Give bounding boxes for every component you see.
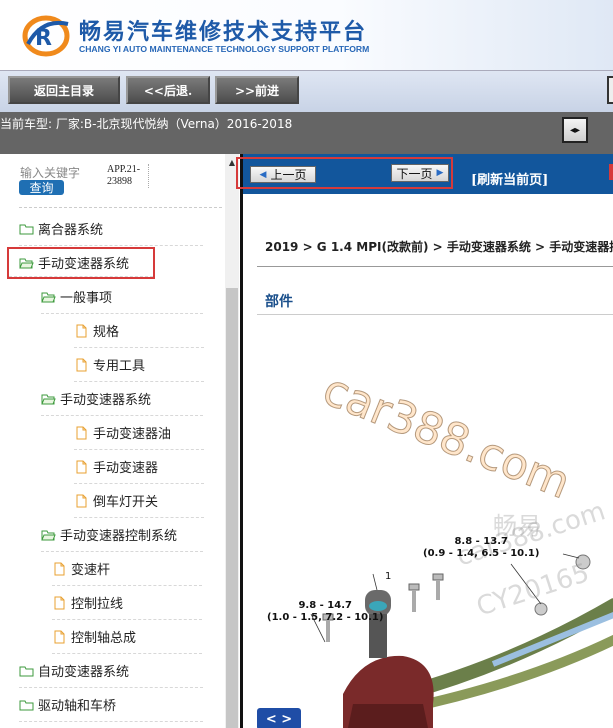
search-button[interactable]: 查询 — [19, 180, 64, 195]
tree-item[interactable]: 控制拉线 — [52, 586, 202, 620]
folder-closed-icon — [19, 700, 34, 710]
scrollbar-thumb[interactable] — [226, 288, 238, 728]
back-button[interactable]: <<后退. — [126, 76, 210, 104]
tree-item[interactable]: 一般事项 — [41, 280, 203, 314]
chang-yi-logo-icon: R — [22, 15, 70, 57]
corner-nav-button[interactable]: < > — [257, 708, 301, 728]
breadcrumb-divider — [257, 266, 613, 267]
toggle-icon: ◂▸ — [569, 124, 581, 136]
page-nav-highlight — [236, 157, 453, 189]
tree-item-label: 手动变速器系统 — [38, 257, 130, 272]
tree-item-label: 控制轴总成 — [71, 631, 137, 646]
current-model-text: 当前车型: 厂家:B-北京现代悦纳（Verna）2016-2018 — [0, 117, 293, 131]
part-number-label: 1 — [385, 571, 392, 582]
tree-item-label: 控制拉线 — [71, 597, 124, 612]
tree-item-label: 规格 — [93, 325, 120, 340]
tree-item[interactable]: 手动变速器控制系统 — [41, 518, 203, 552]
document-icon — [76, 324, 87, 337]
document-icon — [54, 562, 65, 575]
forward-button[interactable]: >>前进 — [215, 76, 299, 104]
document-icon — [76, 460, 87, 473]
nav-extra-button[interactable] — [607, 76, 613, 104]
tree-item[interactable]: 控制轴总成 — [52, 620, 202, 654]
tree-item-label: 倒车灯开关 — [93, 495, 159, 510]
tree-item[interactable]: 驱动轴和车桥 — [19, 688, 203, 722]
document-icon — [54, 630, 65, 643]
tree-item[interactable]: 手动变速器系统 — [41, 382, 203, 416]
tree-item-label: 自动变速器系统 — [38, 665, 130, 680]
app-version-label: APP.21-23898 — [107, 164, 149, 188]
sidebar-scrollbar[interactable]: ▲ — [225, 154, 239, 728]
tree-item-label: 一般事项 — [60, 291, 113, 306]
folder-open-icon — [41, 530, 56, 540]
watermark: car388.com — [315, 363, 578, 510]
torque-spec-left: 9.8 - 14.7 (1.0 - 1.5, 7.2 - 10.1) — [267, 600, 383, 624]
tree-item[interactable]: 离合器系统 — [19, 212, 203, 246]
section-title: 部件 — [265, 294, 293, 310]
tree-item-label: 手动变速器油 — [93, 427, 172, 442]
folder-open-icon — [19, 258, 34, 268]
tree-item-label: 专用工具 — [93, 359, 146, 374]
tree-item[interactable]: 手动变速器系统 — [7, 247, 155, 279]
breadcrumb: 2019 > G 1.4 MPI(改款前) > 手动变速器系统 > 手动变速器控… — [265, 240, 613, 254]
document-icon — [76, 426, 87, 439]
tree-item-label: 离合器系统 — [38, 223, 104, 238]
torque-left-value: 9.8 - 14.7 — [298, 600, 352, 611]
folder-closed-icon — [19, 666, 34, 676]
folder-open-icon — [41, 292, 56, 302]
toggle-sidebar-button[interactable]: ◂▸ — [562, 117, 588, 143]
refresh-page-link[interactable]: [刷新当前页] — [471, 169, 548, 188]
torque-upper-value: 8.8 - 13.7 — [454, 536, 508, 547]
folder-closed-icon — [19, 224, 34, 234]
app-header: R 畅易汽车维修技术支持平台 CHANG YI AUTO MAINTENANCE… — [0, 0, 613, 70]
sidebar-divider — [19, 207, 222, 208]
tree-item[interactable]: 倒车灯开关 — [74, 484, 204, 518]
document-icon — [76, 494, 87, 507]
tree-item[interactable]: 自动变速器系统 — [19, 654, 203, 688]
tree-item[interactable]: 规格 — [74, 314, 204, 348]
torque-upper-sub: (0.9 - 1.4, 6.5 - 10.1) — [423, 548, 540, 559]
app-subtitle: CHANG YI AUTO MAINTENANCE TECHNOLOGY SUP… — [79, 44, 370, 54]
section-divider — [257, 314, 613, 315]
tree-item[interactable]: 变速杆 — [52, 552, 202, 586]
nav-bar: 返回主目录 <<后退. >>前进 — [0, 70, 613, 112]
torque-spec-upper: 8.8 - 13.7 (0.9 - 1.4, 6.5 - 10.1) — [423, 536, 539, 560]
folder-open-icon — [41, 394, 56, 404]
home-button[interactable]: 返回主目录 — [8, 76, 120, 104]
content-pane: ◀ 上一页 下一页 ▶ [刷新当前页] 2019 > G 1.4 MPI(改款前… — [236, 154, 613, 728]
svg-text:R: R — [35, 26, 52, 51]
tree-item-label: 驱动轴和车桥 — [38, 699, 117, 714]
tree-item-label: 手动变速器控制系统 — [60, 529, 178, 544]
toolbar-edge-marker — [609, 164, 613, 180]
app-title: 畅易汽车维修技术支持平台 — [79, 20, 368, 45]
tree-item[interactable]: 手动变速器油 — [74, 416, 204, 450]
tree-item[interactable]: 手动变速器 — [74, 450, 204, 484]
tree-item-label: 变速杆 — [71, 563, 111, 578]
document-icon — [76, 358, 87, 371]
tree-item-label: 手动变速器 — [93, 461, 159, 476]
model-bar: 当前车型: 厂家:B-北京现代悦纳（Verna）2016-2018 — [0, 112, 613, 154]
torque-left-sub: (1.0 - 1.5, 7.2 - 10.1) — [267, 612, 384, 623]
tree-item-label: 手动变速器系统 — [60, 393, 152, 408]
document-icon — [54, 596, 65, 609]
sidebar: 输入关键字 查询 APP.21-23898 ▲ 离合器系统 手动变速器系统 一般事项… — [0, 154, 240, 728]
content-toolbar: ◀ 上一页 下一页 ▶ [刷新当前页] — [236, 154, 613, 194]
tree-item[interactable]: 专用工具 — [74, 348, 204, 382]
